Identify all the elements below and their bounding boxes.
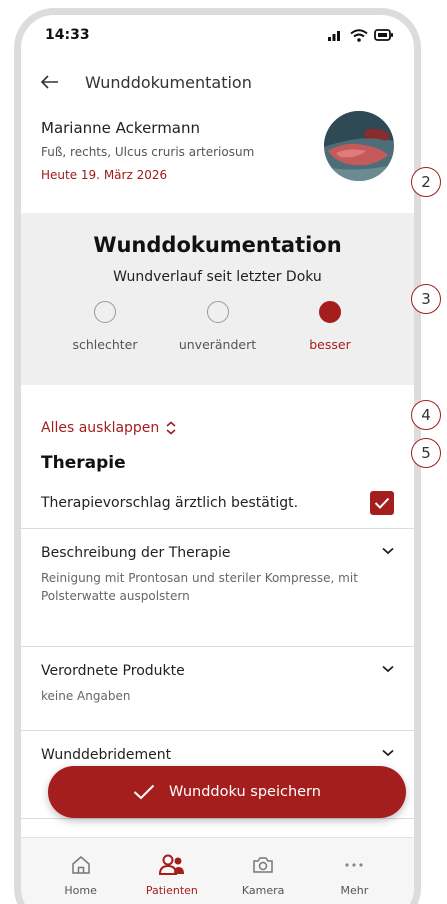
- callout-marker: 3: [411, 284, 441, 314]
- camera-icon: [253, 857, 273, 873]
- status-bar: 14:33: [21, 15, 414, 55]
- save-documentation-button[interactable]: Wunddoku speichern: [48, 766, 406, 818]
- therapy-title: Therapie: [41, 453, 126, 473]
- wound-progress-panel: Wunddokumentation Wundverlauf seit letzt…: [21, 213, 414, 385]
- section-subheading: Wundverlauf seit letzter Doku: [113, 269, 322, 285]
- screen: 14:33 Wunddokumentation Marianne Ackerma…: [21, 15, 414, 904]
- save-button-label: Wunddoku speichern: [169, 784, 321, 800]
- back-button[interactable]: [41, 75, 69, 89]
- nav-label: Patienten: [145, 884, 198, 897]
- wifi-icon: [350, 28, 368, 42]
- more-icon: [345, 863, 363, 867]
- accordion-description: Reinigung mit Prontosan und steriler Kom…: [41, 571, 358, 603]
- callout-marker: 4: [411, 400, 441, 430]
- callout-marker: 2: [411, 167, 441, 197]
- radio-label: unverändert: [178, 337, 257, 352]
- signal-icon: [328, 31, 340, 41]
- status-time: 14:33: [45, 27, 90, 43]
- nav-item-patients[interactable]: Patienten: [132, 852, 212, 904]
- expand-all-button[interactable]: Alles ausklappen: [21, 385, 414, 443]
- radio-label: schlechter: [72, 337, 138, 352]
- section-heading: Wunddokumentation: [93, 233, 342, 257]
- nav-label: Mehr: [340, 884, 369, 897]
- wound-photo[interactable]: [324, 111, 394, 181]
- accordion-title: Beschreibung der Therapie: [41, 545, 231, 561]
- therapy-confirm-label: Therapievorschlag ärztlich bestätigt.: [41, 494, 299, 511]
- accordion-therapy-description[interactable]: Beschreibung der Therapie Reinigung mit …: [21, 529, 414, 647]
- radio-button[interactable]: [206, 301, 229, 323]
- page-title: Wunddokumentation: [85, 72, 252, 92]
- chevron-down-icon: [382, 547, 394, 555]
- radio-button[interactable]: [94, 301, 116, 323]
- status-icons: [328, 28, 394, 42]
- accordion-title: Verordnete Produkte: [41, 663, 185, 679]
- progress-radio-group: schlechter unverändert besser: [21, 301, 414, 352]
- app-bar: Wunddokumentation: [21, 55, 414, 109]
- patient-header: Marianne Ackermann Fuß, rechts, Ulcus cr…: [21, 109, 414, 213]
- expand-all-label: Alles ausklappen: [41, 420, 160, 436]
- nav-item-camera[interactable]: Kamera: [223, 852, 303, 904]
- radio-option-worse[interactable]: schlechter: [55, 301, 155, 352]
- nav-label: Home: [64, 884, 97, 897]
- chevron-down-icon: [382, 665, 394, 673]
- patients-icon: [158, 854, 184, 875]
- accordion-prescribed-products[interactable]: Verordnete Produkte keine Angaben: [21, 647, 414, 731]
- home-icon: [71, 856, 90, 874]
- radio-label: besser: [309, 337, 351, 352]
- chevron-down-icon: [382, 749, 394, 757]
- phone-frame: 14:33 Wunddokumentation Marianne Ackerma…: [14, 8, 421, 904]
- radio-option-better[interactable]: besser: [280, 301, 380, 352]
- battery-icon: [374, 29, 393, 41]
- arrow-left-icon: [41, 75, 58, 89]
- chevron-up-down-icon: [166, 421, 176, 435]
- accordion-title: Wunddebridement: [41, 747, 172, 763]
- check-icon: [133, 784, 155, 800]
- callout-marker: 5: [411, 438, 441, 468]
- nav-label: Kamera: [241, 884, 285, 897]
- accordion-description: keine Angaben: [41, 689, 131, 703]
- therapy-confirm-row: Therapievorschlag ärztlich bestätigt.: [21, 477, 414, 529]
- nav-item-home[interactable]: Home: [41, 852, 121, 904]
- check-icon: [374, 497, 390, 509]
- therapy-confirm-checkbox[interactable]: [370, 490, 394, 515]
- nav-item-more[interactable]: Mehr: [314, 852, 394, 904]
- bottom-navigation: Home Patienten Kamera Mehr: [21, 837, 414, 904]
- radio-button-selected[interactable]: [319, 301, 341, 323]
- wound-photo-image: [324, 111, 394, 181]
- radio-option-unchanged[interactable]: unverändert: [168, 301, 268, 352]
